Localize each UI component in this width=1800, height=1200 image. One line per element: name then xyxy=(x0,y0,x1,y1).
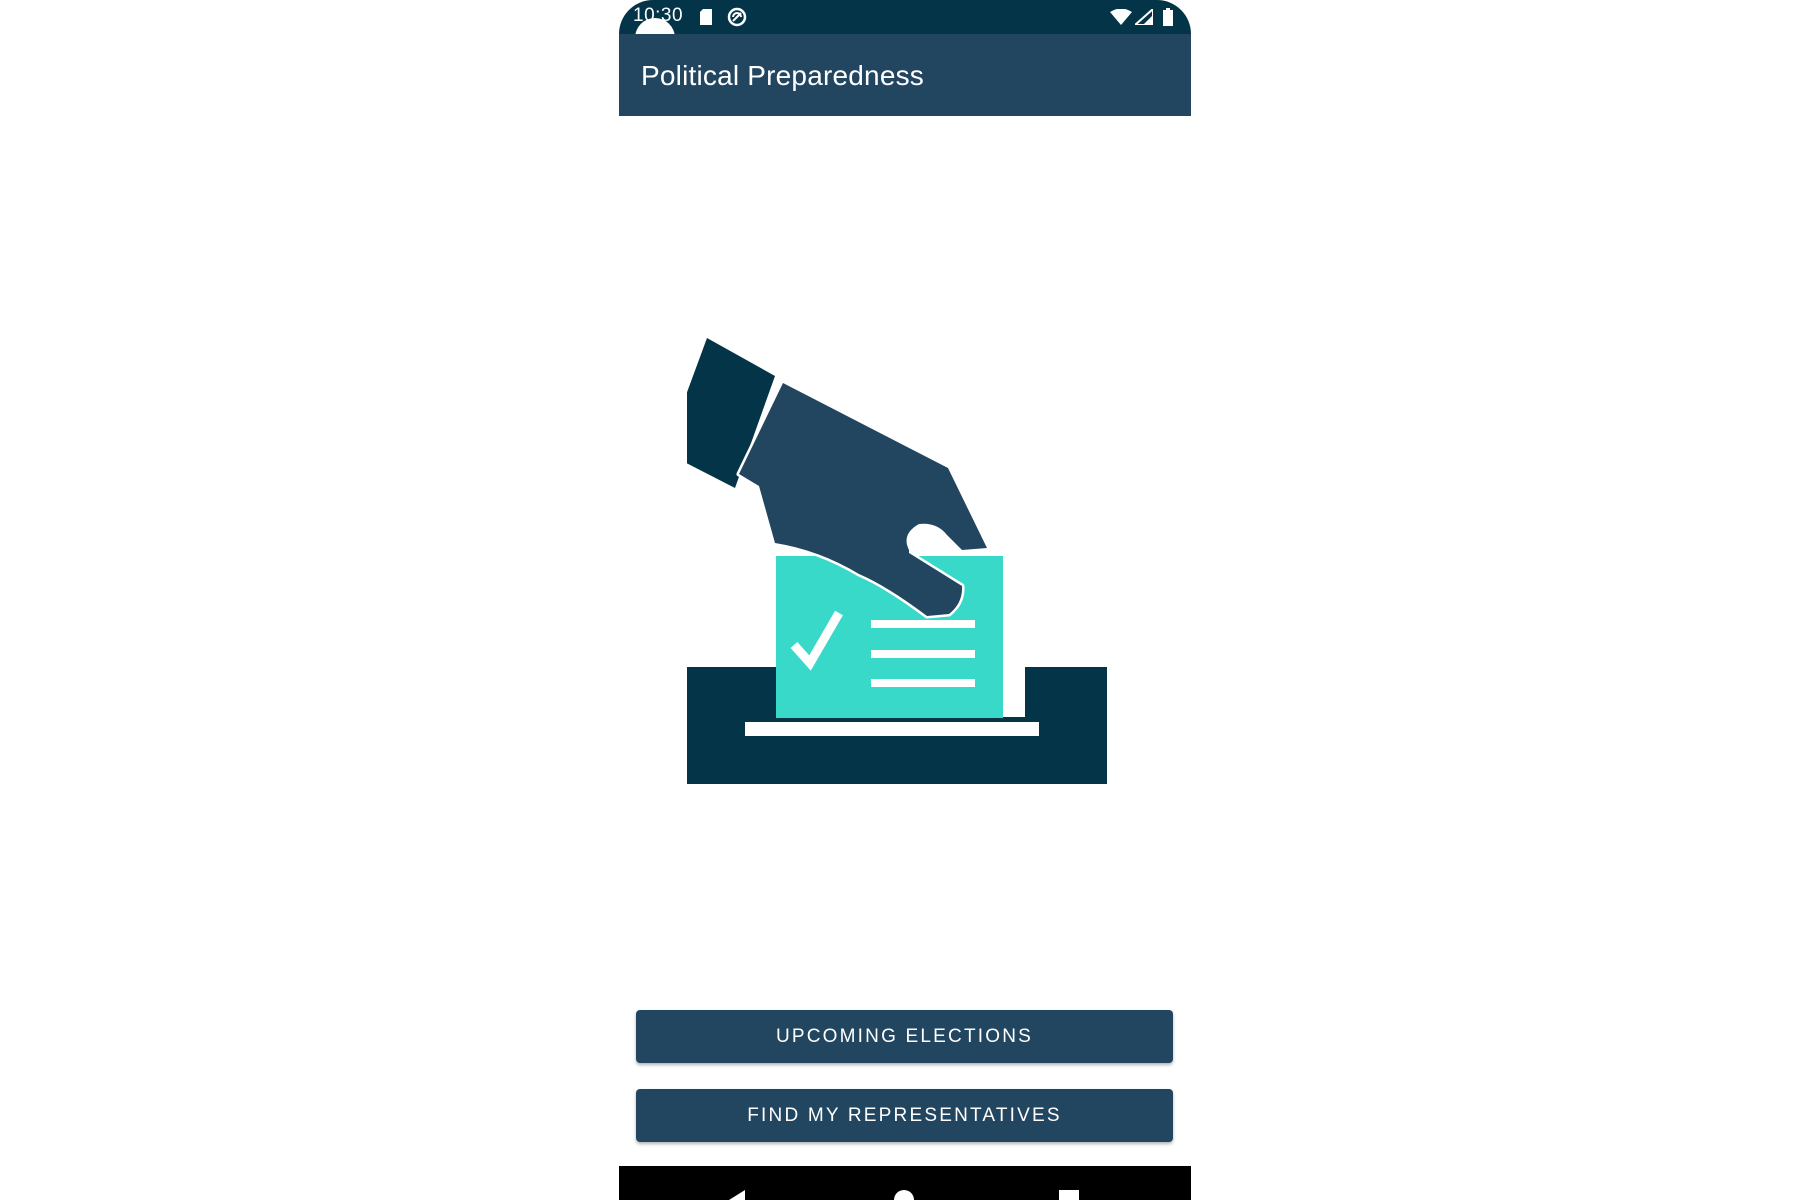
navigation-bar xyxy=(619,1166,1191,1200)
sync-icon xyxy=(727,7,747,27)
app-title: Political Preparedness xyxy=(641,60,924,91)
app-bar: Political Preparedness xyxy=(619,34,1191,116)
find-my-representatives-button[interactable]: FIND MY REPRESENTATIVES xyxy=(636,1089,1173,1142)
upcoming-elections-button[interactable]: UPCOMING ELECTIONS xyxy=(636,1010,1173,1063)
sd-card-icon xyxy=(700,9,712,25)
battery-icon xyxy=(1163,8,1173,26)
back-icon[interactable] xyxy=(725,1188,749,1200)
status-bar: 10:30 xyxy=(619,0,1191,58)
ballot-slot xyxy=(745,722,1039,736)
main-content: UPCOMING ELECTIONS FIND MY REPRESENTATIV… xyxy=(619,116,1191,1166)
screen: 10:30 Political Preparedness UPCOMING EL… xyxy=(0,0,1800,1200)
signal-icon xyxy=(1135,9,1153,25)
home-icon[interactable] xyxy=(892,1188,916,1200)
recents-icon[interactable] xyxy=(1057,1188,1081,1200)
wifi-icon xyxy=(1110,9,1132,25)
ballot-box-vote-icon xyxy=(687,338,1107,784)
ballot-line xyxy=(871,650,975,658)
ballot-line xyxy=(871,620,975,628)
ballot-line xyxy=(871,679,975,687)
phone-frame: 10:30 Political Preparedness UPCOMING EL… xyxy=(619,0,1191,1200)
